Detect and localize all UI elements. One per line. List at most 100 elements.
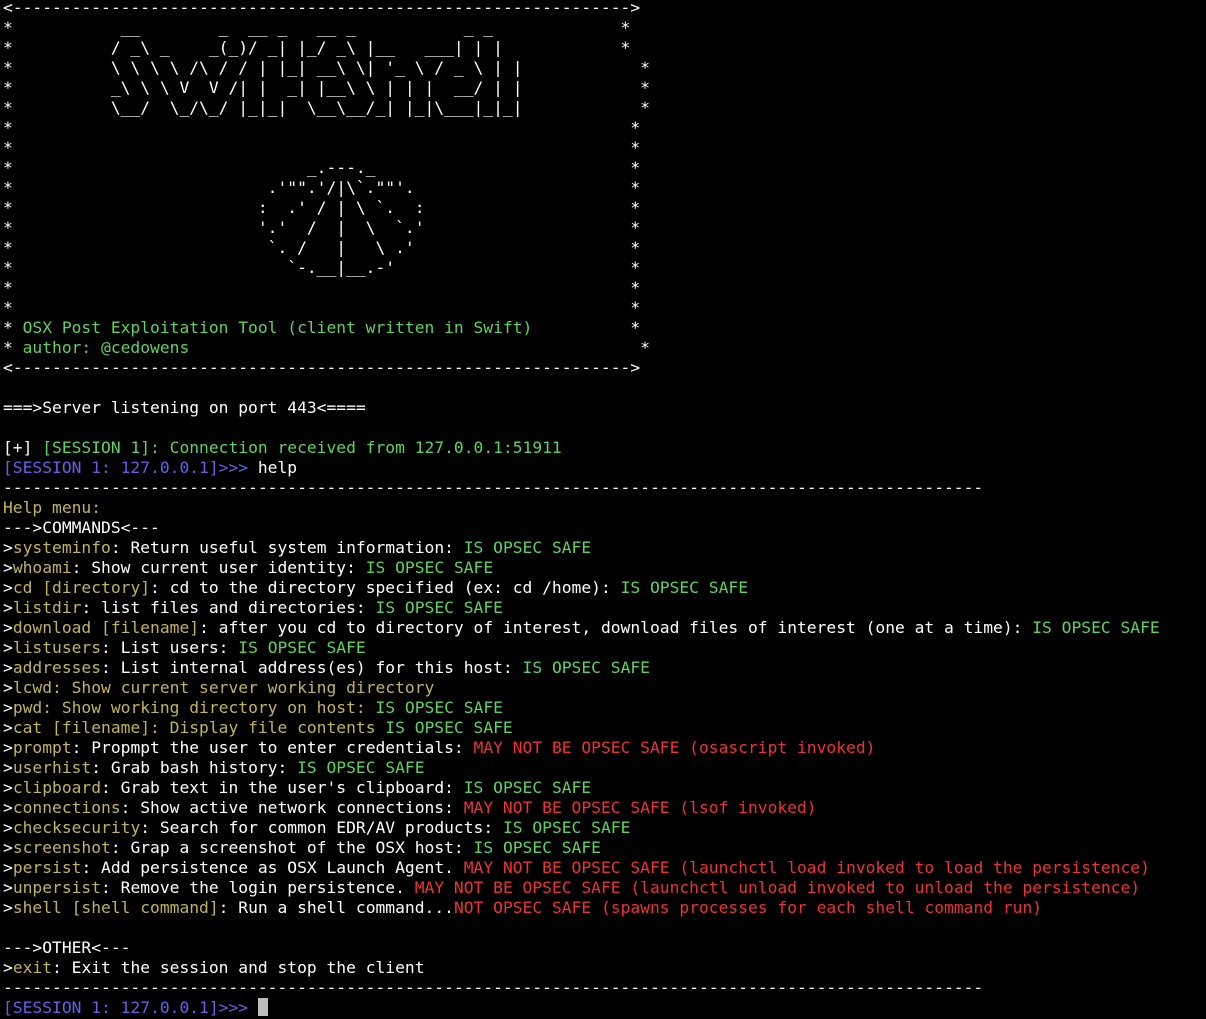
terminal-text: : Run a shell command... — [218, 898, 454, 917]
terminal-text: <---------------------------------------… — [3, 0, 641, 17]
terminal-line: >shell [shell command]: Run a shell comm… — [3, 898, 1206, 918]
terminal-text: persist — [12, 858, 82, 877]
terminal-text: > — [3, 678, 13, 697]
terminal-text: : Return useful system information: — [110, 538, 464, 557]
terminal-text: > — [3, 558, 13, 577]
terminal-line: * \__/ \_/\_/ |_|_| \__\__/_| |_|\___|_|… — [3, 98, 1206, 118]
terminal-text: > — [3, 538, 13, 557]
terminal-text: : Grab text in the user's clipboard: — [101, 778, 464, 797]
terminal-line: >download [filename]: after you cd to di… — [3, 618, 1206, 638]
terminal-text: ----------------------------------------… — [3, 478, 984, 497]
terminal-line: * `. / | \ .' * — [3, 238, 1206, 258]
terminal-window[interactable]: <---------------------------------------… — [0, 0, 1206, 1017]
terminal-text: * \__/ \_/\_/ |_|_| \__\__/_| |_|\___|_|… — [3, 98, 650, 117]
terminal-line: >persist: Add persistence as OSX Launch … — [3, 858, 1206, 878]
terminal-text: > — [3, 898, 13, 917]
terminal-line: [SESSION 1: 127.0.0.1]>>> help — [3, 458, 1206, 478]
terminal-line: >systeminfo: Return useful system inform… — [3, 538, 1206, 558]
terminal-text: OSX Post Exploitation Tool (client writt… — [22, 318, 533, 337]
terminal-text: pwd: Show working directory on host: — [12, 698, 376, 717]
terminal-line: * .'"".'/|\`.""'. * — [3, 178, 1206, 198]
terminal-text: > — [3, 718, 13, 737]
terminal-text: * — [189, 338, 650, 357]
terminal-text: > — [3, 658, 13, 677]
terminal-text: IS OPSEC SAFE — [375, 698, 503, 717]
terminal-line: >cd [directory]: cd to the directory spe… — [3, 578, 1206, 598]
terminal-text: > — [3, 838, 13, 857]
terminal-text: --->COMMANDS<--- — [3, 518, 160, 537]
terminal-text: checksecurity — [12, 818, 141, 837]
terminal-text: IS OPSEC SAFE — [1032, 618, 1160, 637]
terminal-text: > — [3, 618, 13, 637]
terminal-text: * : .' / | \ `. : * — [3, 198, 641, 217]
terminal-text: * '.' / | \ `.' * — [3, 218, 641, 237]
terminal-line: * _\ \ \ V V /| | _| |__\ \ | | | __/ | … — [3, 78, 1206, 98]
terminal-text: [SESSION 1: 127.0.0.1]>>> — [3, 998, 258, 1017]
terminal-text: <---------------------------------------… — [3, 358, 641, 377]
terminal-text: : Propmpt the user to enter credentials: — [71, 738, 474, 757]
terminal-text: MAY NOT BE OPSEC SAFE (lsof invoked) — [463, 798, 817, 817]
terminal-line: --->COMMANDS<--- — [3, 518, 1206, 538]
terminal-text: : Add persistence as OSX Launch Agent. — [81, 858, 464, 877]
terminal-text: screenshot — [12, 838, 111, 857]
terminal-text: > — [3, 638, 13, 657]
terminal-line: >listdir: list files and directories: IS… — [3, 598, 1206, 618]
terminal-line: * * — [3, 278, 1206, 298]
terminal-text: userhist — [12, 758, 92, 777]
terminal-text: * / _\ _ _(_)/ _| |_/ _\ |__ ___| | | * — [3, 38, 631, 57]
terminal-text: > — [3, 878, 13, 897]
terminal-text: [+] — [3, 438, 43, 457]
terminal-text: : List internal address(es) for this hos… — [101, 658, 523, 677]
terminal-text: * __ _ __ _ __ _ _ _ * — [3, 18, 631, 37]
terminal-text: MAY NOT BE OPSEC SAFE (osascript invoked… — [473, 738, 876, 757]
terminal-text: > — [3, 578, 13, 597]
terminal-text: author: @cedowens — [22, 338, 190, 357]
terminal-text: ===>Server listening on port 443<==== — [3, 398, 366, 417]
terminal-text: * .'"".'/|\`.""'. * — [3, 178, 641, 197]
terminal-text: [SESSION 1]: Connection received from 12… — [42, 438, 562, 457]
terminal-line: ----------------------------------------… — [3, 978, 1206, 998]
terminal-text: IS OPSEC SAFE — [502, 818, 631, 837]
terminal-text: help — [257, 458, 298, 477]
terminal-line: * / _\ _ _(_)/ _| |_/ _\ |__ ___| | | * — [3, 38, 1206, 58]
terminal-text: > — [3, 778, 13, 797]
terminal-text: > — [3, 798, 13, 817]
terminal-text: addresses — [12, 658, 102, 677]
text-cursor[interactable] — [257, 998, 268, 1016]
terminal-text: lcwd: Show current server working direct… — [12, 678, 435, 697]
terminal-line: ----------------------------------------… — [3, 478, 1206, 498]
terminal-text: IS OPSEC SAFE — [385, 718, 513, 737]
terminal-line: * OSX Post Exploitation Tool (client wri… — [3, 318, 1206, 338]
terminal-text: Help menu: — [3, 498, 102, 517]
terminal-line: * _.---._ * — [3, 158, 1206, 178]
terminal-line: >lcwd: Show current server working direc… — [3, 678, 1206, 698]
terminal-text: * — [3, 338, 23, 357]
terminal-text: : after you cd to directory of interest,… — [199, 618, 1033, 637]
terminal-text: IS OPSEC SAFE — [463, 778, 592, 797]
terminal-text: IS OPSEC SAFE — [375, 598, 503, 617]
terminal-text: * — [532, 318, 641, 337]
terminal-text: listusers — [12, 638, 102, 657]
terminal-text: shell [shell command] — [12, 898, 219, 917]
terminal-text: * \ \ \ \ /\ / / | |_| __\ \| '_ \ / _ \… — [3, 58, 650, 77]
terminal-text: > — [3, 858, 13, 877]
terminal-text: whoami — [12, 558, 72, 577]
terminal-line: >screenshot: Grap a screenshot of the OS… — [3, 838, 1206, 858]
terminal-line: * __ _ __ _ __ _ _ _ * — [3, 18, 1206, 38]
terminal-text: > — [3, 758, 13, 777]
terminal-text: > — [3, 818, 13, 837]
terminal-text: cat [filename]: Display file contents — [12, 718, 386, 737]
terminal-text: --->OTHER<--- — [3, 938, 131, 957]
terminal-text: IS OPSEC SAFE — [473, 838, 601, 857]
terminal-text: MAY NOT BE OPSEC SAFE (launchctl load in… — [463, 858, 1150, 877]
terminal-line: * '.' / | \ `.' * — [3, 218, 1206, 238]
terminal-text: : list files and directories: — [81, 598, 376, 617]
terminal-line: >prompt: Propmpt the user to enter crede… — [3, 738, 1206, 758]
terminal-text: > — [3, 958, 13, 977]
terminal-line: [+] [SESSION 1]: Connection received fro… — [3, 438, 1206, 458]
terminal-text: : Grab bash history: — [91, 758, 298, 777]
terminal-text: cd [directory] — [12, 578, 151, 597]
terminal-line: >connections: Show active network connec… — [3, 798, 1206, 818]
terminal-text: connections — [12, 798, 121, 817]
terminal-text: : Exit the session and stop the client — [52, 958, 425, 977]
